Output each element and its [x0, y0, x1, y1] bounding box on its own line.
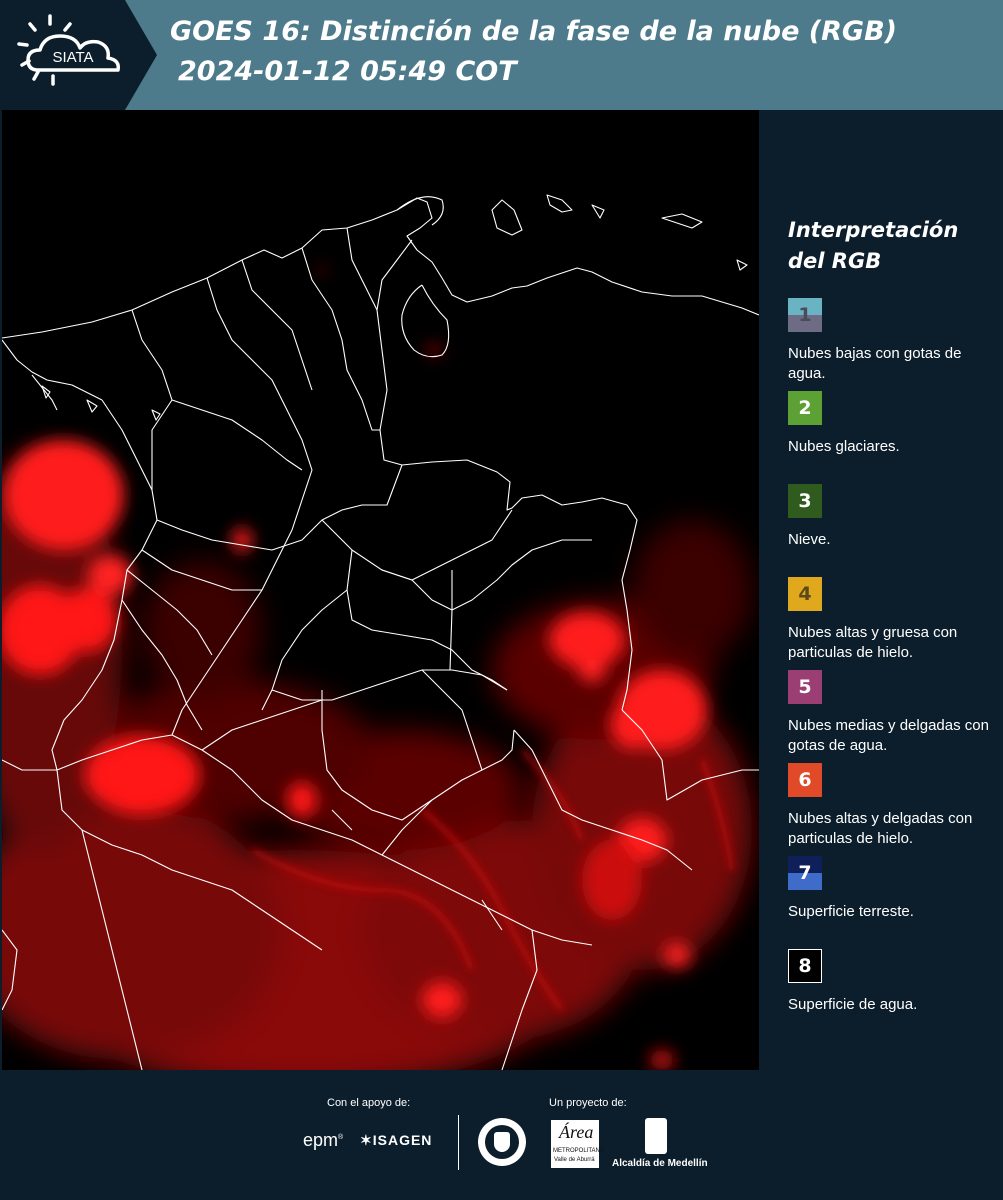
project-label: Un proyecto de:: [549, 1097, 627, 1109]
legend-swatch-2: 2: [788, 391, 822, 425]
alcaldia-crest-icon: [645, 1118, 667, 1154]
alcaldia-label: Alcaldía de Medellín: [612, 1158, 708, 1169]
legend-number: 2: [798, 397, 812, 419]
legend-swatch-1: 1: [788, 298, 822, 332]
legend-swatch-4: 4: [788, 577, 822, 611]
footer-divider: [458, 1115, 459, 1170]
legend-label-6: Nubes altas y delgadas con particulas de…: [788, 810, 973, 847]
legend-swatch-5: 5: [788, 670, 822, 704]
isagen-mark-icon: ✶: [360, 1132, 373, 1148]
legend-number: 5: [798, 676, 812, 698]
legend-swatch-6: 6: [788, 763, 822, 797]
legend-swatch-7: 7: [788, 856, 822, 890]
legend-number: 1: [798, 304, 812, 326]
legend-number: 6: [798, 769, 812, 791]
legend-number: 7: [798, 862, 812, 884]
satellite-map: [2, 110, 759, 1070]
header-bar: SIATA GOES 16: Distinción de la fase de …: [0, 0, 1003, 110]
area-metropolitana-logo: Área METROPOLITANA Valle de Aburrá: [551, 1120, 604, 1168]
siata-wordmark: SIATA: [52, 49, 93, 66]
seal-logo: [478, 1118, 526, 1166]
legend-label-8: Superficie de agua.: [788, 996, 918, 1013]
legend-number: 3: [798, 490, 812, 512]
legend-label-1: Nubes bajas con gotas de agua.: [788, 345, 962, 382]
legend-label-2: Nubes glaciares.: [788, 438, 900, 455]
siata-logo: SIATA: [0, 0, 160, 110]
legend-swatch-8: 8: [788, 949, 822, 983]
legend-label-7: Superficie terreste.: [788, 903, 914, 920]
page-timestamp: 2024-01-12 05:49 COT: [178, 56, 517, 87]
page-title: GOES 16: Distinción de la fase de la nub…: [170, 16, 897, 47]
isagen-logo: ✶ISAGEN: [360, 1132, 433, 1148]
shield-icon: [494, 1132, 510, 1152]
legend-label-5: Nubes medias y delgadas con gotas de agu…: [788, 717, 989, 754]
legend-swatch-3: 3: [788, 484, 822, 518]
footer: Con el apoyo de: Un proyecto de: epm® ✶I…: [0, 1070, 1003, 1200]
legend-number: 8: [798, 955, 812, 977]
legend-panel: Interpretación del RGB 1 Nubes bajas con …: [760, 110, 1003, 1070]
epm-logo: epm®: [303, 1130, 344, 1150]
legend-title: Interpretación del RGB: [788, 218, 959, 273]
legend-label-3: Nieve.: [788, 531, 831, 548]
legend-label-4: Nubes altas y gruesa con particulas de h…: [788, 624, 958, 661]
support-label: Con el apoyo de:: [327, 1097, 411, 1109]
legend-number: 4: [798, 583, 812, 605]
